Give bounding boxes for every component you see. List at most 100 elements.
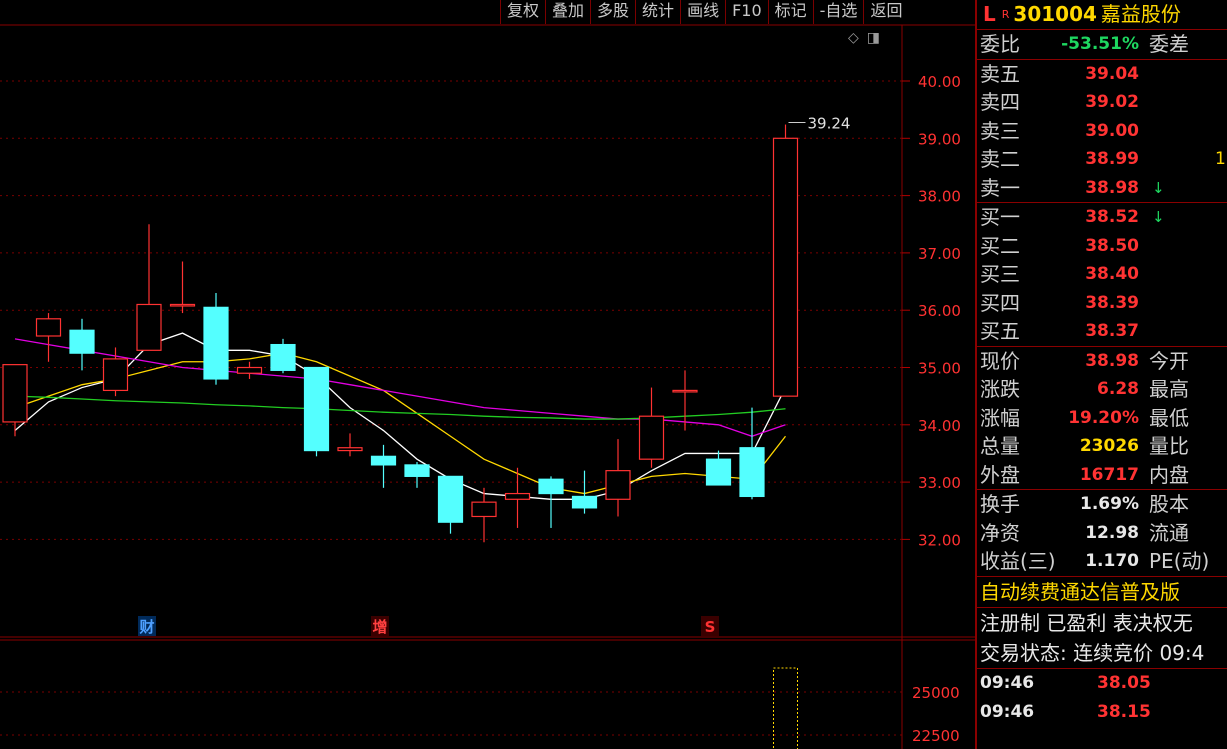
stat-value: 16717 <box>1079 464 1139 485</box>
stat-label-2: 内盘 <box>1149 462 1189 487</box>
toolbar-mark-button[interactable]: 标记 <box>767 0 813 24</box>
price-tick-label: 39.00 <box>918 130 961 148</box>
stat-value: 23026 <box>1079 436 1139 456</box>
chart-tool-icons: ◇ ◨ <box>848 30 888 46</box>
stat-label-2: 最高 <box>1149 377 1189 401</box>
buy-price: 38.39 <box>1085 292 1139 313</box>
price-tick-label: 33.00 <box>918 474 961 492</box>
sell-price: 39.04 <box>1085 63 1139 84</box>
fund-label-2: PE(动) <box>1149 549 1210 573</box>
toolbar-remove-watchlist-button[interactable]: -自选 <box>812 0 864 24</box>
candle-body <box>35 318 62 337</box>
panel-toggle-icon[interactable]: ◨ <box>867 30 880 46</box>
stock-name[interactable]: 嘉益股份 <box>1101 2 1181 26</box>
candle-body <box>471 501 497 518</box>
kline-chart[interactable]: 40.00 39.00 38.00 37.00 36.00 35.00 34.00 33.00… <box>0 0 975 749</box>
candle-body <box>538 478 564 495</box>
toolbar-restore-rights-button[interactable]: 复权 <box>500 0 545 24</box>
fund-label: 换手 <box>980 492 1020 516</box>
volume-tick-label: 25000 <box>912 684 960 702</box>
stat-label-2: 最低 <box>1149 405 1189 430</box>
buy-price: 38.50 <box>1085 235 1139 256</box>
sell-label: 卖一 <box>980 175 1020 200</box>
toolbar-multi-stock-button[interactable]: 多股 <box>590 0 635 24</box>
candle-body <box>203 306 229 380</box>
event-marker: 增 <box>372 618 387 636</box>
sell-price: 38.98 <box>1085 177 1139 198</box>
candle-body <box>69 329 95 354</box>
stock-code[interactable]: 301004 <box>1013 2 1097 26</box>
sell-price: 38.99 <box>1085 149 1139 169</box>
stat-label: 外盘 <box>980 462 1020 487</box>
candle-body <box>638 415 665 460</box>
sell-label: 卖三 <box>980 118 1020 143</box>
candle-body <box>672 389 698 393</box>
toolbar-f10-button[interactable]: F10 <box>725 0 768 24</box>
buy-price: 38.52 <box>1085 207 1139 227</box>
candle-body <box>605 470 631 500</box>
toolbar-draw-line-button[interactable]: 画线 <box>680 0 725 24</box>
stock-tags: 注册制 已盈利 表决权无 <box>980 610 1193 635</box>
fund-label-2: 流通 <box>1149 520 1189 545</box>
buy-label: 买三 <box>980 262 1020 286</box>
sell-label: 卖二 <box>980 147 1020 171</box>
quote-stats: 现价 38.98 今开 涨跌 6.28 最高 涨幅 19.20% 最低 总量 23026 量比 … <box>977 347 1227 490</box>
sell-row: 卖一 38.98 ↓ <box>977 174 1227 203</box>
down-arrow-icon: ↓ <box>1152 208 1165 226</box>
stat-row: 外盘 16717 内盘 <box>977 461 1227 490</box>
price-tick-label: 36.00 <box>918 302 961 320</box>
stat-row: 涨跌 6.28 最高 <box>977 375 1227 404</box>
sell-price: 39.00 <box>1085 120 1139 141</box>
volume-bar <box>773 667 798 749</box>
buy-price: 38.37 <box>1085 321 1139 341</box>
event-marker: S <box>705 618 716 636</box>
toolbar-statistics-button[interactable]: 统计 <box>635 0 680 24</box>
stat-value: 38.98 <box>1085 350 1139 371</box>
sell-label: 卖五 <box>980 61 1020 86</box>
fund-label-2: 股本 <box>1149 492 1189 516</box>
tick-row: 09:46 38.05 <box>977 669 1227 698</box>
weicha-label: 委差 <box>1149 32 1189 56</box>
promo-link[interactable]: 自动续费通达信普及版 <box>977 577 1227 608</box>
candle-body <box>303 366 330 452</box>
ma-line-ma60 <box>14 395 786 420</box>
stat-label-2: 今开 <box>1149 348 1189 373</box>
candle-body <box>169 303 196 307</box>
price-tick-label: 40.00 <box>918 73 961 91</box>
market-letter: L <box>983 2 996 26</box>
weibi-row: 委比 -53.51% 委差 <box>977 30 1227 60</box>
ma-line-ma20 <box>14 338 786 437</box>
tick-price: 38.05 <box>1097 672 1151 693</box>
buy-row: 买一 38.52 ↓ <box>977 203 1227 232</box>
candle-body <box>504 492 531 500</box>
buy-row: 买四 38.39 <box>977 289 1227 318</box>
diamond-icon[interactable]: ◇ <box>848 30 859 46</box>
buy-row: 买二 38.50 <box>977 232 1227 261</box>
volume-tick-label: 22500 <box>912 727 960 745</box>
price-tick-label: 32.00 <box>918 531 961 549</box>
buy-label: 买二 <box>980 233 1020 258</box>
toolbar-overlay-button[interactable]: 叠加 <box>545 0 590 24</box>
buy-label: 买五 <box>980 319 1020 343</box>
stat-value: 6.28 <box>1097 379 1139 399</box>
stat-row: 现价 38.98 今开 <box>977 347 1227 376</box>
stat-row: 涨幅 19.20% 最低 <box>977 404 1227 433</box>
stat-label: 现价 <box>980 348 1020 373</box>
candle-body <box>370 455 397 466</box>
candle-body <box>102 358 129 392</box>
event-marker: 财 <box>139 618 154 636</box>
sell-label: 卖四 <box>980 90 1020 114</box>
price-tick-label: 34.00 <box>918 417 961 435</box>
candle-body <box>236 366 263 374</box>
sell-row: 卖三 39.00 <box>977 117 1227 146</box>
stat-label-2: 量比 <box>1149 434 1189 458</box>
stat-label: 涨幅 <box>980 405 1020 430</box>
stat-row: 总量 23026 量比 <box>977 432 1227 461</box>
buy-label: 买一 <box>980 205 1020 229</box>
candle-body <box>270 343 296 371</box>
buy-label: 买四 <box>980 290 1020 315</box>
fund-value: 12.98 <box>1085 522 1139 543</box>
tick-price: 38.15 <box>1097 701 1151 722</box>
stat-label: 涨跌 <box>980 377 1020 401</box>
toolbar-back-button[interactable]: 返回 <box>863 0 908 24</box>
